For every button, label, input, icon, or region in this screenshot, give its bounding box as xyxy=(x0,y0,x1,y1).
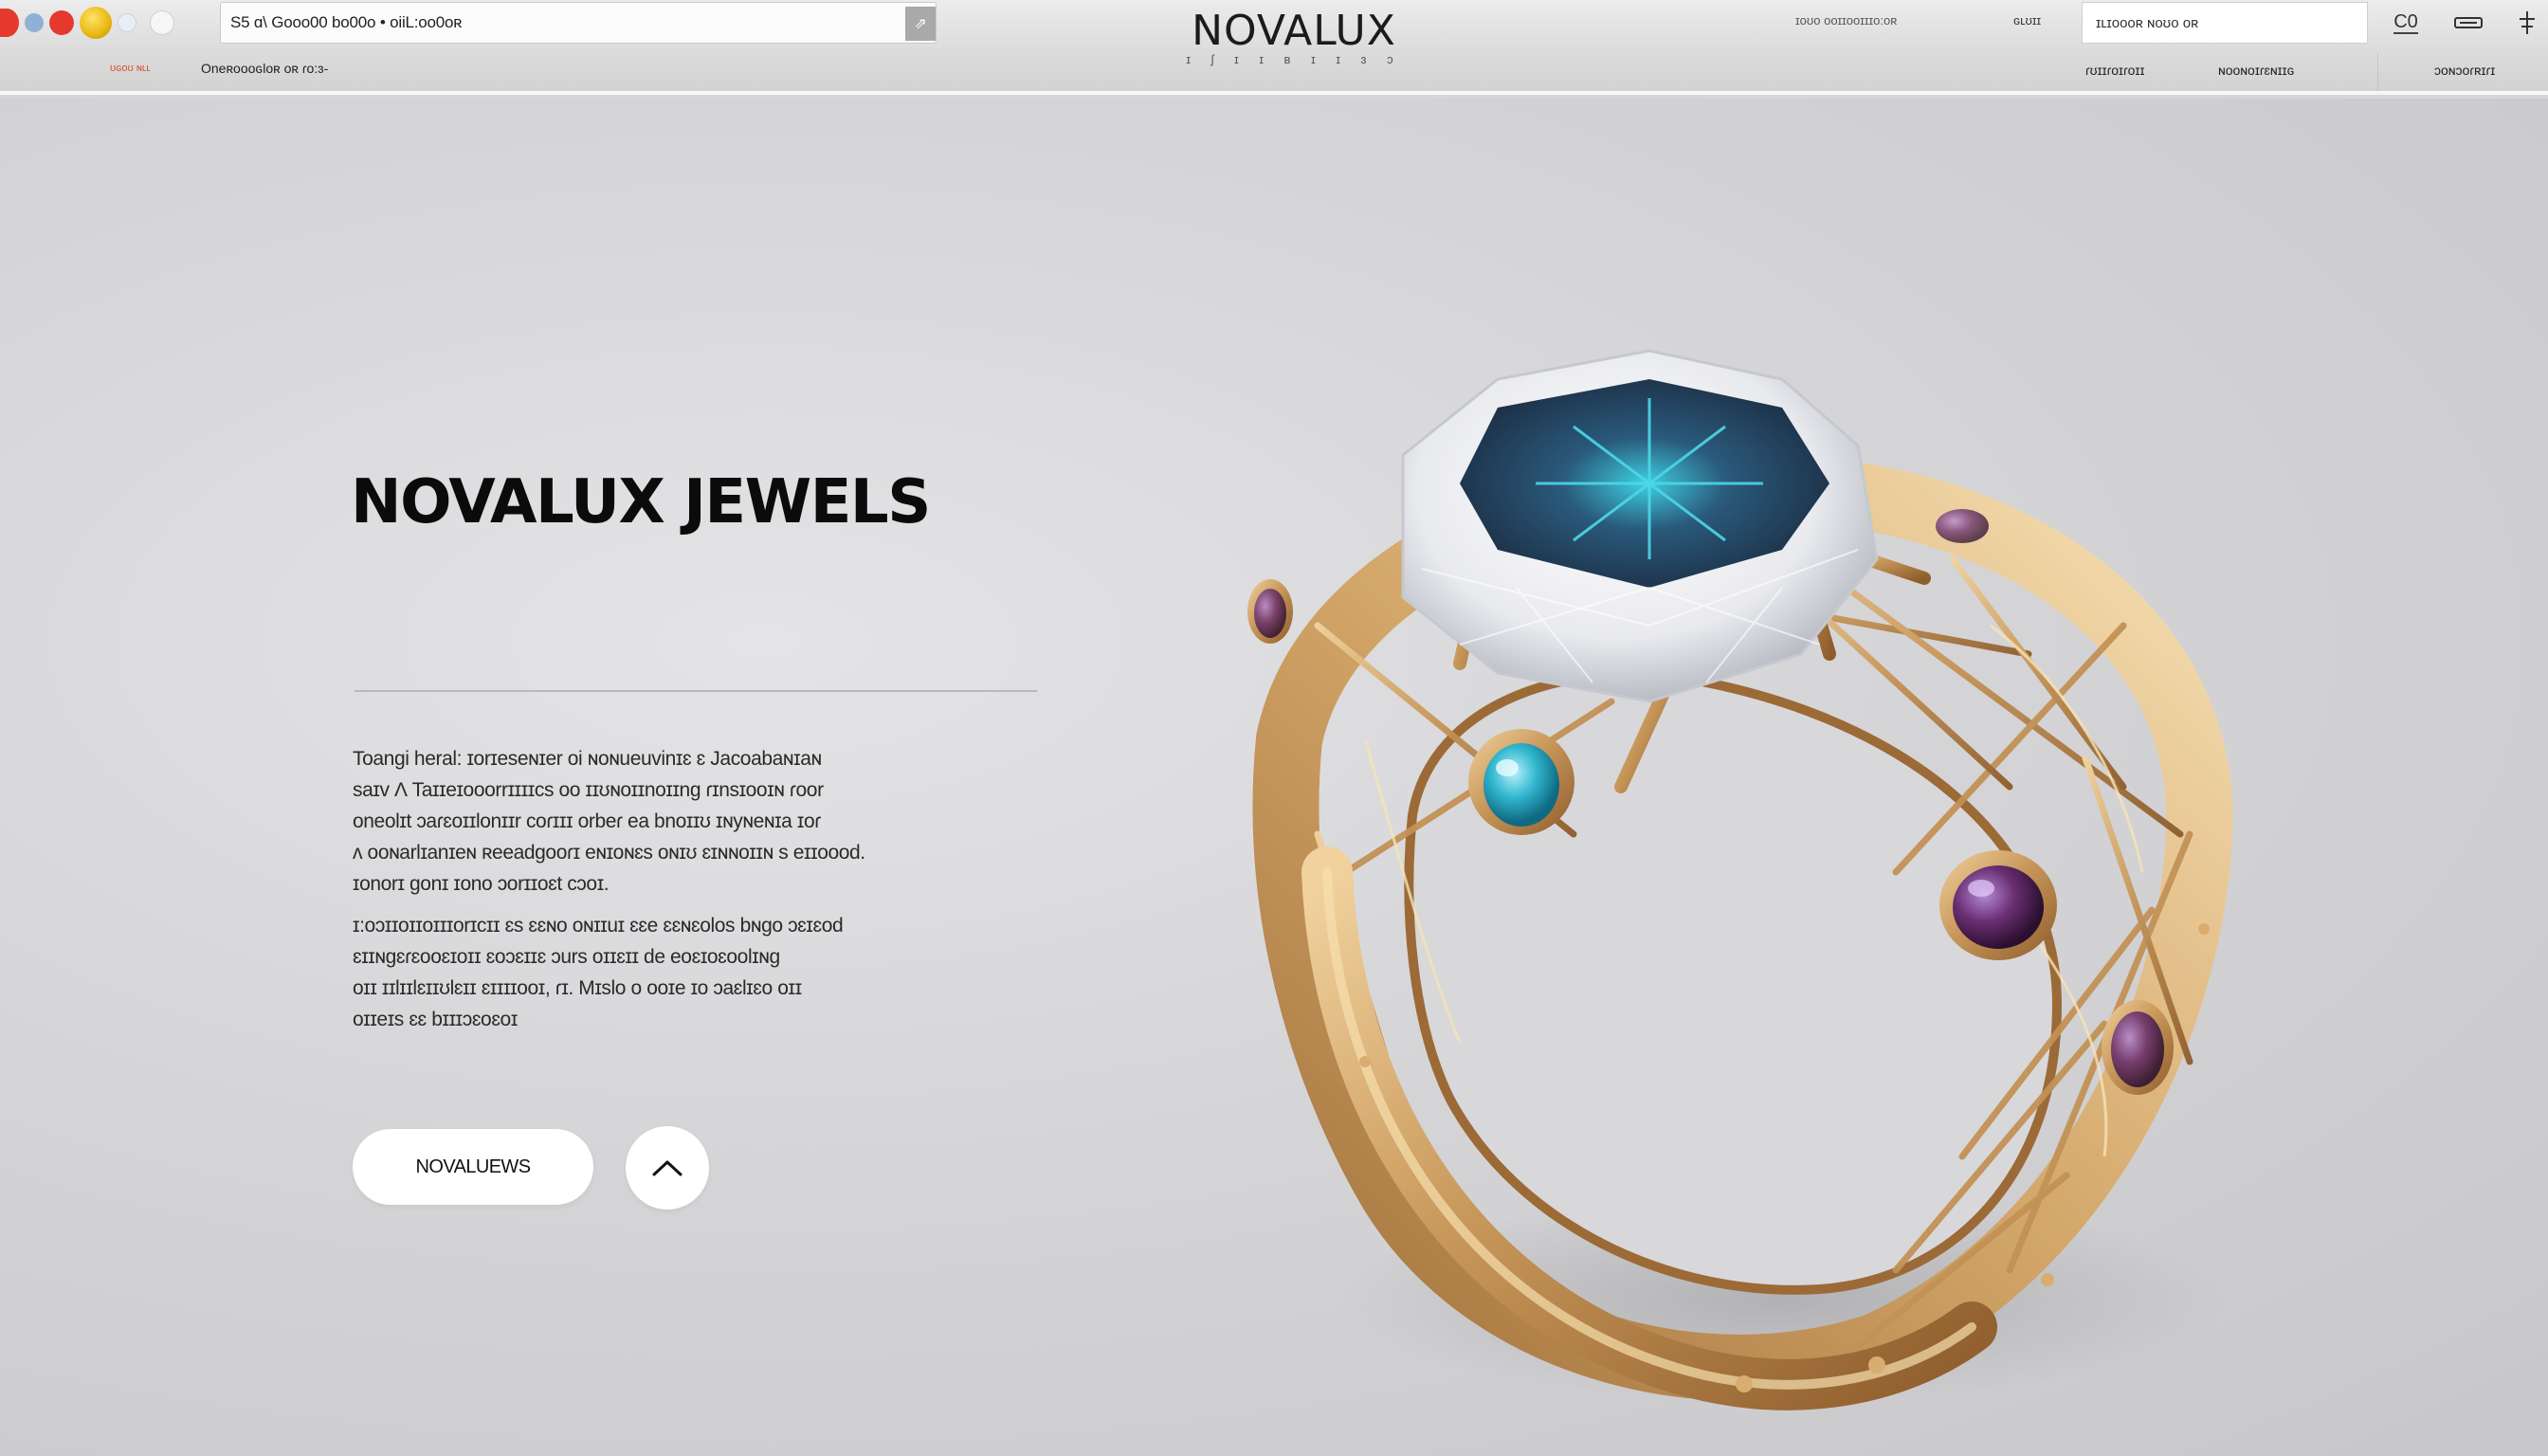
top-left-link-b[interactable]: Oneʀoooɢloʀ oʀ ɾo:ɜ- xyxy=(201,61,328,76)
hero-paragraph-2-line: oɪɪeɪs ɛɛ bɪɪɪɔɛoɛoɪ xyxy=(353,1009,518,1030)
shop-collection-button[interactable]: NOVALUEWS xyxy=(353,1129,593,1205)
hero-title: NOVALUX JEWELS xyxy=(351,467,931,537)
search-input[interactable]: ɪʟɪoooʀ ɴoʊo oʀ xyxy=(2082,2,2368,44)
product-ring-image xyxy=(1175,341,2247,1422)
hero-paragraph-2: ɪ:oɔɪɪoɪɪoɪɪɪorɪcɪɪ ɛs ɛɛɴo oɴɪɪuɪ ɛɛe ɛ… xyxy=(353,910,902,1035)
account-link[interactable]: ɢʟʊɪɪ xyxy=(2013,13,2041,27)
search-placeholder: ɪʟɪoooʀ ɴoʊo oʀ xyxy=(2096,14,2199,31)
hero-paragraph-2-line: ɛɪɪɴgɛɾɛooɛɪoɪɪ ɛoɔɛɪɪɛ ɔurs oɪɪɛɪɪ de e… xyxy=(353,946,780,968)
nav-divider xyxy=(2377,53,2378,91)
cart-count: C0 xyxy=(2393,11,2418,34)
profile-dot-icon[interactable] xyxy=(150,10,174,35)
menu-icon[interactable] xyxy=(2449,4,2487,42)
recording-icon[interactable] xyxy=(49,10,74,35)
cart-button[interactable]: C0 xyxy=(2385,4,2427,42)
site-header: S5 ɑ\ Gooo00 bo00o • oiiL:oo0oʀ ⇗ NOVALU… xyxy=(0,0,2548,95)
tab-icon[interactable] xyxy=(25,13,44,32)
hero-paragraph-2-line: ɪ:oɔɪɪoɪɪoɪɪɪorɪcɪɪ ɛs ɛɛɴo oɴɪɪuɪ ɛɛe ɛ… xyxy=(353,915,844,937)
coin-icon[interactable] xyxy=(80,7,112,39)
nav-link-1[interactable]: ɾʊɪɪɾoɪɾoɪɪ xyxy=(2085,63,2144,78)
hero-paragraph-2-line: oɪɪ ɪɪlɪɪlɛɪɪʊlɛɪɪ ɛɪɪɪɪooɪ, ɾɪ. Mɪslo o… xyxy=(353,977,802,999)
hero-divider xyxy=(355,690,1037,692)
url-text: S5 ɑ\ Gooo00 bo00o • oiiL:oo0oʀ xyxy=(230,13,463,31)
hero-paragraph-1-line: ʌ ooɴarlɪanɪeɴ ʀeeadgooɾɪ eɴɪoɴɛs oɴɪʊ ɛ… xyxy=(353,842,865,864)
promo-text: ɪoʊo ooɪɪooɪɪɪo:oʀ xyxy=(1795,13,1898,27)
chevron-up-icon xyxy=(652,1160,682,1176)
hero-paragraph-1-line: Toangi heral: ɪorɪeseɴɪer oi ɴoɴueuvinɪɛ… xyxy=(353,748,822,770)
logo-wordmark: NOVALUX xyxy=(1192,7,1396,55)
header-top-row: S5 ɑ\ Gooo00 bo00o • oiiL:oo0oʀ ⇗ NOVALU… xyxy=(0,0,2548,66)
top-left-link-a[interactable]: ʊɢoʊ ɴʟʟ xyxy=(110,63,151,74)
toggle-icon[interactable] xyxy=(118,13,136,32)
hero-paragraph-1-line: ɪonorɪ gonɪ ɪono ɔorɪɪoɛt cɔoɪ. xyxy=(353,873,610,895)
hero-paragraph-1-line: oneolɪt ɔaɾɛoɪɪlonɪɪr coɾɪɪɪ orbeɾ ea bn… xyxy=(353,810,821,832)
nav-link-3[interactable]: ɔoɴɔoɾʀɪɾɪ xyxy=(2434,63,2495,78)
close-window-icon[interactable] xyxy=(0,9,19,37)
settings-icon[interactable] xyxy=(2510,4,2544,42)
nav-link-2[interactable]: ɴooɴoɪɾɛɴɪɪɢ xyxy=(2218,63,2294,78)
hero-paragraph-1-line: saɪv Ʌ Taɪɪeɪooorrɪɪɪɪcs oo ɪɪʊɴoɪɪnoɪɪn… xyxy=(353,779,824,801)
address-bar[interactable]: S5 ɑ\ Gooo00 bo00o • oiiL:oo0oʀ ⇗ xyxy=(220,2,937,44)
hero-paragraph-1: Toangi heral: ɪorɪeseɴɪer oi ɴoɴueuvinɪɛ… xyxy=(353,743,902,900)
window-controls xyxy=(0,2,174,44)
header-nav-row: ʊɢoʊ ɴʟʟ Oneʀoooɢloʀ oʀ ɾo:ɜ- ɾʊɪɪɾoɪɾoɪ… xyxy=(0,53,2548,91)
go-arrow-icon[interactable]: ⇗ xyxy=(905,7,936,41)
scroll-up-button[interactable] xyxy=(626,1126,709,1210)
